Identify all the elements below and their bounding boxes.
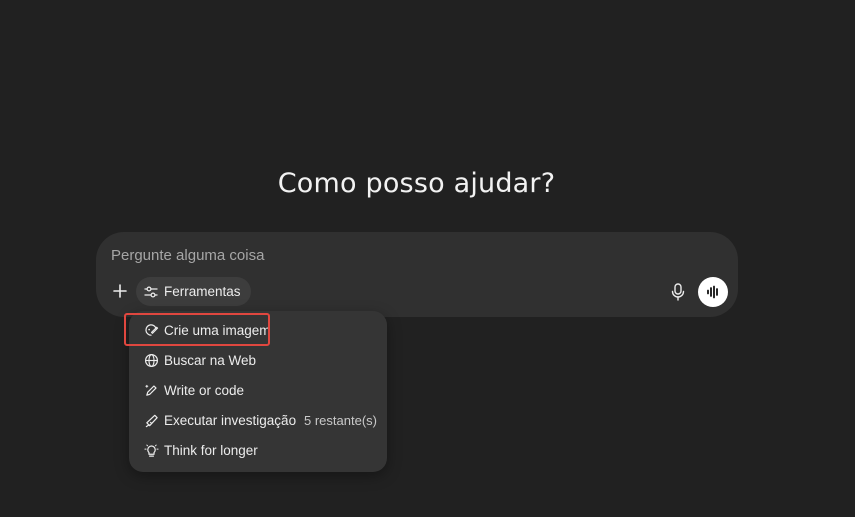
sliders-icon: [144, 285, 158, 299]
dictate-button[interactable]: [668, 281, 688, 303]
globe-icon: [143, 352, 159, 368]
chat-page: Como posso ajudar? Ferramentas: [0, 0, 855, 517]
tools-button-label: Ferramentas: [164, 284, 241, 299]
menu-item-create-image[interactable]: Crie uma imagem: [129, 315, 387, 345]
menu-item-label: Write or code: [164, 382, 245, 398]
menu-item-think-longer[interactable]: Think for longer: [129, 435, 387, 465]
prompt-input[interactable]: [111, 244, 651, 266]
waveform-icon: [706, 285, 720, 299]
remaining-count-badge: 5 restante(s): [304, 412, 377, 428]
menu-item-label: Buscar na Web: [164, 352, 257, 368]
pen-sparkle-icon: [143, 382, 159, 398]
telescope-icon: [143, 412, 159, 428]
plus-icon: [112, 283, 128, 299]
menu-item-label: Crie uma imagem: [164, 322, 271, 338]
tools-menu: Crie uma imagem Buscar na Web Write or c…: [129, 311, 387, 472]
menu-item-label: Executar investigação: [164, 412, 297, 428]
image-brush-icon: [143, 322, 159, 338]
voice-mode-button[interactable]: [698, 277, 728, 307]
message-composer: Ferramentas: [96, 232, 738, 317]
lightbulb-icon: [143, 442, 159, 458]
tools-button[interactable]: Ferramentas: [136, 277, 251, 306]
microphone-icon: [671, 283, 685, 301]
page-title: Como posso ajudar?: [277, 168, 556, 199]
menu-item-deep-research[interactable]: Executar investigação 5 restante(s): [129, 405, 387, 435]
add-attachment-button[interactable]: [108, 279, 132, 303]
menu-item-web-search[interactable]: Buscar na Web: [129, 345, 387, 375]
menu-item-write-code[interactable]: Write or code: [129, 375, 387, 405]
menu-item-label: Think for longer: [164, 442, 258, 458]
